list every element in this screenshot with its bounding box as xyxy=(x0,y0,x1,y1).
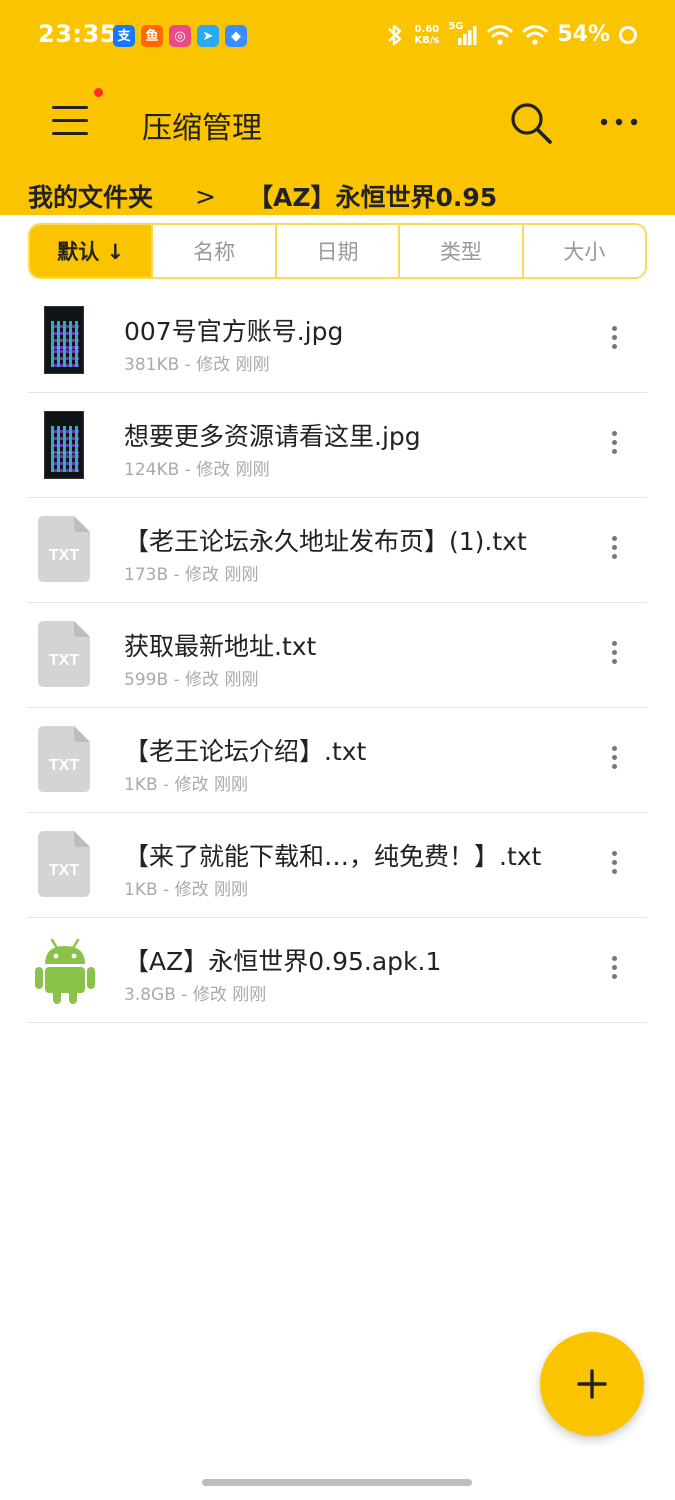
file-row[interactable]: 想要更多资源请看这里.jpg 124KB - 修改 刚刚 xyxy=(28,393,647,498)
xianyu-icon: 鱼 xyxy=(141,25,163,47)
file-meta: 1KB - 修改 刚刚 xyxy=(124,880,248,900)
bluetooth-icon xyxy=(388,24,402,45)
file-name: 想要更多资源请看这里.jpg xyxy=(124,422,421,451)
txt-file-icon: TXT xyxy=(32,619,98,691)
notification-badge xyxy=(94,88,103,97)
sort-tab-3[interactable]: 类型 xyxy=(398,225,521,277)
menu-icon[interactable] xyxy=(50,100,90,140)
page-title: 压缩管理 xyxy=(142,111,262,146)
app-icon-2: ◆ xyxy=(225,25,247,47)
breadcrumb-current: 【AZ】永恒世界0.95 xyxy=(247,183,498,212)
txt-icon-label: TXT xyxy=(49,862,79,879)
battery-icon xyxy=(619,25,637,44)
file-name: 【来了就能下载和…，纯免费！】.txt xyxy=(124,842,542,871)
file-meta: 381KB - 修改 刚刚 xyxy=(124,355,270,375)
txt-icon-label: TXT xyxy=(49,652,79,669)
file-name: 【AZ】永恒世界0.95.apk.1 xyxy=(124,947,442,976)
txt-icon-label: TXT xyxy=(49,547,79,564)
file-options-icon[interactable] xyxy=(607,641,621,671)
file-options-icon[interactable] xyxy=(607,431,621,461)
file-options-icon[interactable] xyxy=(607,956,621,986)
file-meta: 124KB - 修改 刚刚 xyxy=(124,460,270,480)
file-meta: 1KB - 修改 刚刚 xyxy=(124,775,248,795)
file-name: 获取最新地址.txt xyxy=(124,632,317,661)
status-right: 0.60 KB/s 5G 54% xyxy=(385,21,637,47)
signal-icon xyxy=(458,25,477,45)
txt-file-icon: TXT xyxy=(32,829,98,901)
file-options-icon[interactable] xyxy=(607,326,621,356)
notification-icons: 支鱼 ◎ ➤ ◆ xyxy=(113,25,247,47)
sort-tabs: 默认 ↓ 名称 日期 类型 大小 xyxy=(28,223,647,279)
search-icon[interactable] xyxy=(508,100,554,146)
file-meta: 599B - 修改 刚刚 xyxy=(124,670,259,690)
file-row[interactable]: 【AZ】永恒世界0.95.apk.1 3.8GB - 修改 刚刚 xyxy=(28,918,647,1023)
txt-icon-label: TXT xyxy=(49,757,79,774)
sort-tab-1[interactable]: 名称 xyxy=(151,225,274,277)
file-row[interactable]: 007号官方账号.jpg 381KB - 修改 刚刚 xyxy=(28,288,647,393)
add-button[interactable] xyxy=(540,1332,644,1436)
file-options-icon[interactable] xyxy=(607,536,621,566)
telegram-icon: ➤ xyxy=(197,25,219,47)
file-options-icon[interactable] xyxy=(607,746,621,776)
wifi-icon xyxy=(487,24,513,45)
more-options-icon[interactable] xyxy=(598,112,644,132)
signal-strength: 5G xyxy=(448,21,478,47)
sort-tab-0[interactable]: 默认 ↓ xyxy=(30,225,152,277)
app-header: 23:35 支鱼 ◎ ➤ ◆ 0.60 KB/s 5G 54% 压缩管理 我的文… xyxy=(0,0,675,215)
file-name: 007号官方账号.jpg xyxy=(124,317,344,346)
file-name: 【老王论坛永久地址发布页】(1).txt xyxy=(124,527,527,556)
breadcrumb-separator: > xyxy=(195,181,216,211)
image-thumbnail-icon xyxy=(32,409,98,481)
breadcrumb-root[interactable]: 我的文件夹 xyxy=(28,178,153,214)
file-row[interactable]: TXT 【来了就能下载和…，纯免费！】.txt 1KB - 修改 刚刚 xyxy=(28,813,647,918)
image-thumbnail-icon xyxy=(32,304,98,376)
plus-icon xyxy=(577,1369,607,1399)
txt-file-icon: TXT xyxy=(32,724,98,796)
file-meta: 173B - 修改 刚刚 xyxy=(124,565,259,585)
wifi-icon-2 xyxy=(522,24,548,45)
status-bar: 23:35 支鱼 ◎ ➤ ◆ 0.60 KB/s 5G 54% xyxy=(0,0,675,72)
file-row[interactable]: TXT 【老王论坛永久地址发布页】(1).txt 173B - 修改 刚刚 xyxy=(28,498,647,603)
file-row[interactable]: TXT 【老王论坛介绍】.txt 1KB - 修改 刚刚 xyxy=(28,708,647,813)
gesture-bar[interactable] xyxy=(202,1479,472,1486)
file-options-icon[interactable] xyxy=(607,851,621,881)
file-name: 【老王论坛介绍】.txt xyxy=(124,737,367,766)
net-speed-unit: KB/s xyxy=(414,34,440,46)
sort-tab-2[interactable]: 日期 xyxy=(274,225,398,277)
android-apk-icon xyxy=(32,934,98,1006)
file-list: 007号官方账号.jpg 381KB - 修改 刚刚想要更多资源请看这里.jpg 1… xyxy=(0,288,675,1023)
alipay-icon: 支 xyxy=(113,25,135,47)
breadcrumb: 我的文件夹 > 【AZ】永恒世界0.95 xyxy=(28,178,497,214)
sort-tab-4[interactable]: 大小 xyxy=(521,225,645,277)
battery-percent: 54% xyxy=(557,22,610,47)
file-row[interactable]: TXT 获取最新地址.txt 599B - 修改 刚刚 xyxy=(28,603,647,708)
file-meta: 3.8GB - 修改 刚刚 xyxy=(124,985,267,1005)
app-icon: ◎ xyxy=(169,25,191,47)
txt-file-icon: TXT xyxy=(32,514,98,586)
status-time: 23:35 xyxy=(38,20,117,48)
net-speed-value: 0.60 xyxy=(414,23,440,35)
net-speed: 0.60 KB/s xyxy=(414,24,439,46)
